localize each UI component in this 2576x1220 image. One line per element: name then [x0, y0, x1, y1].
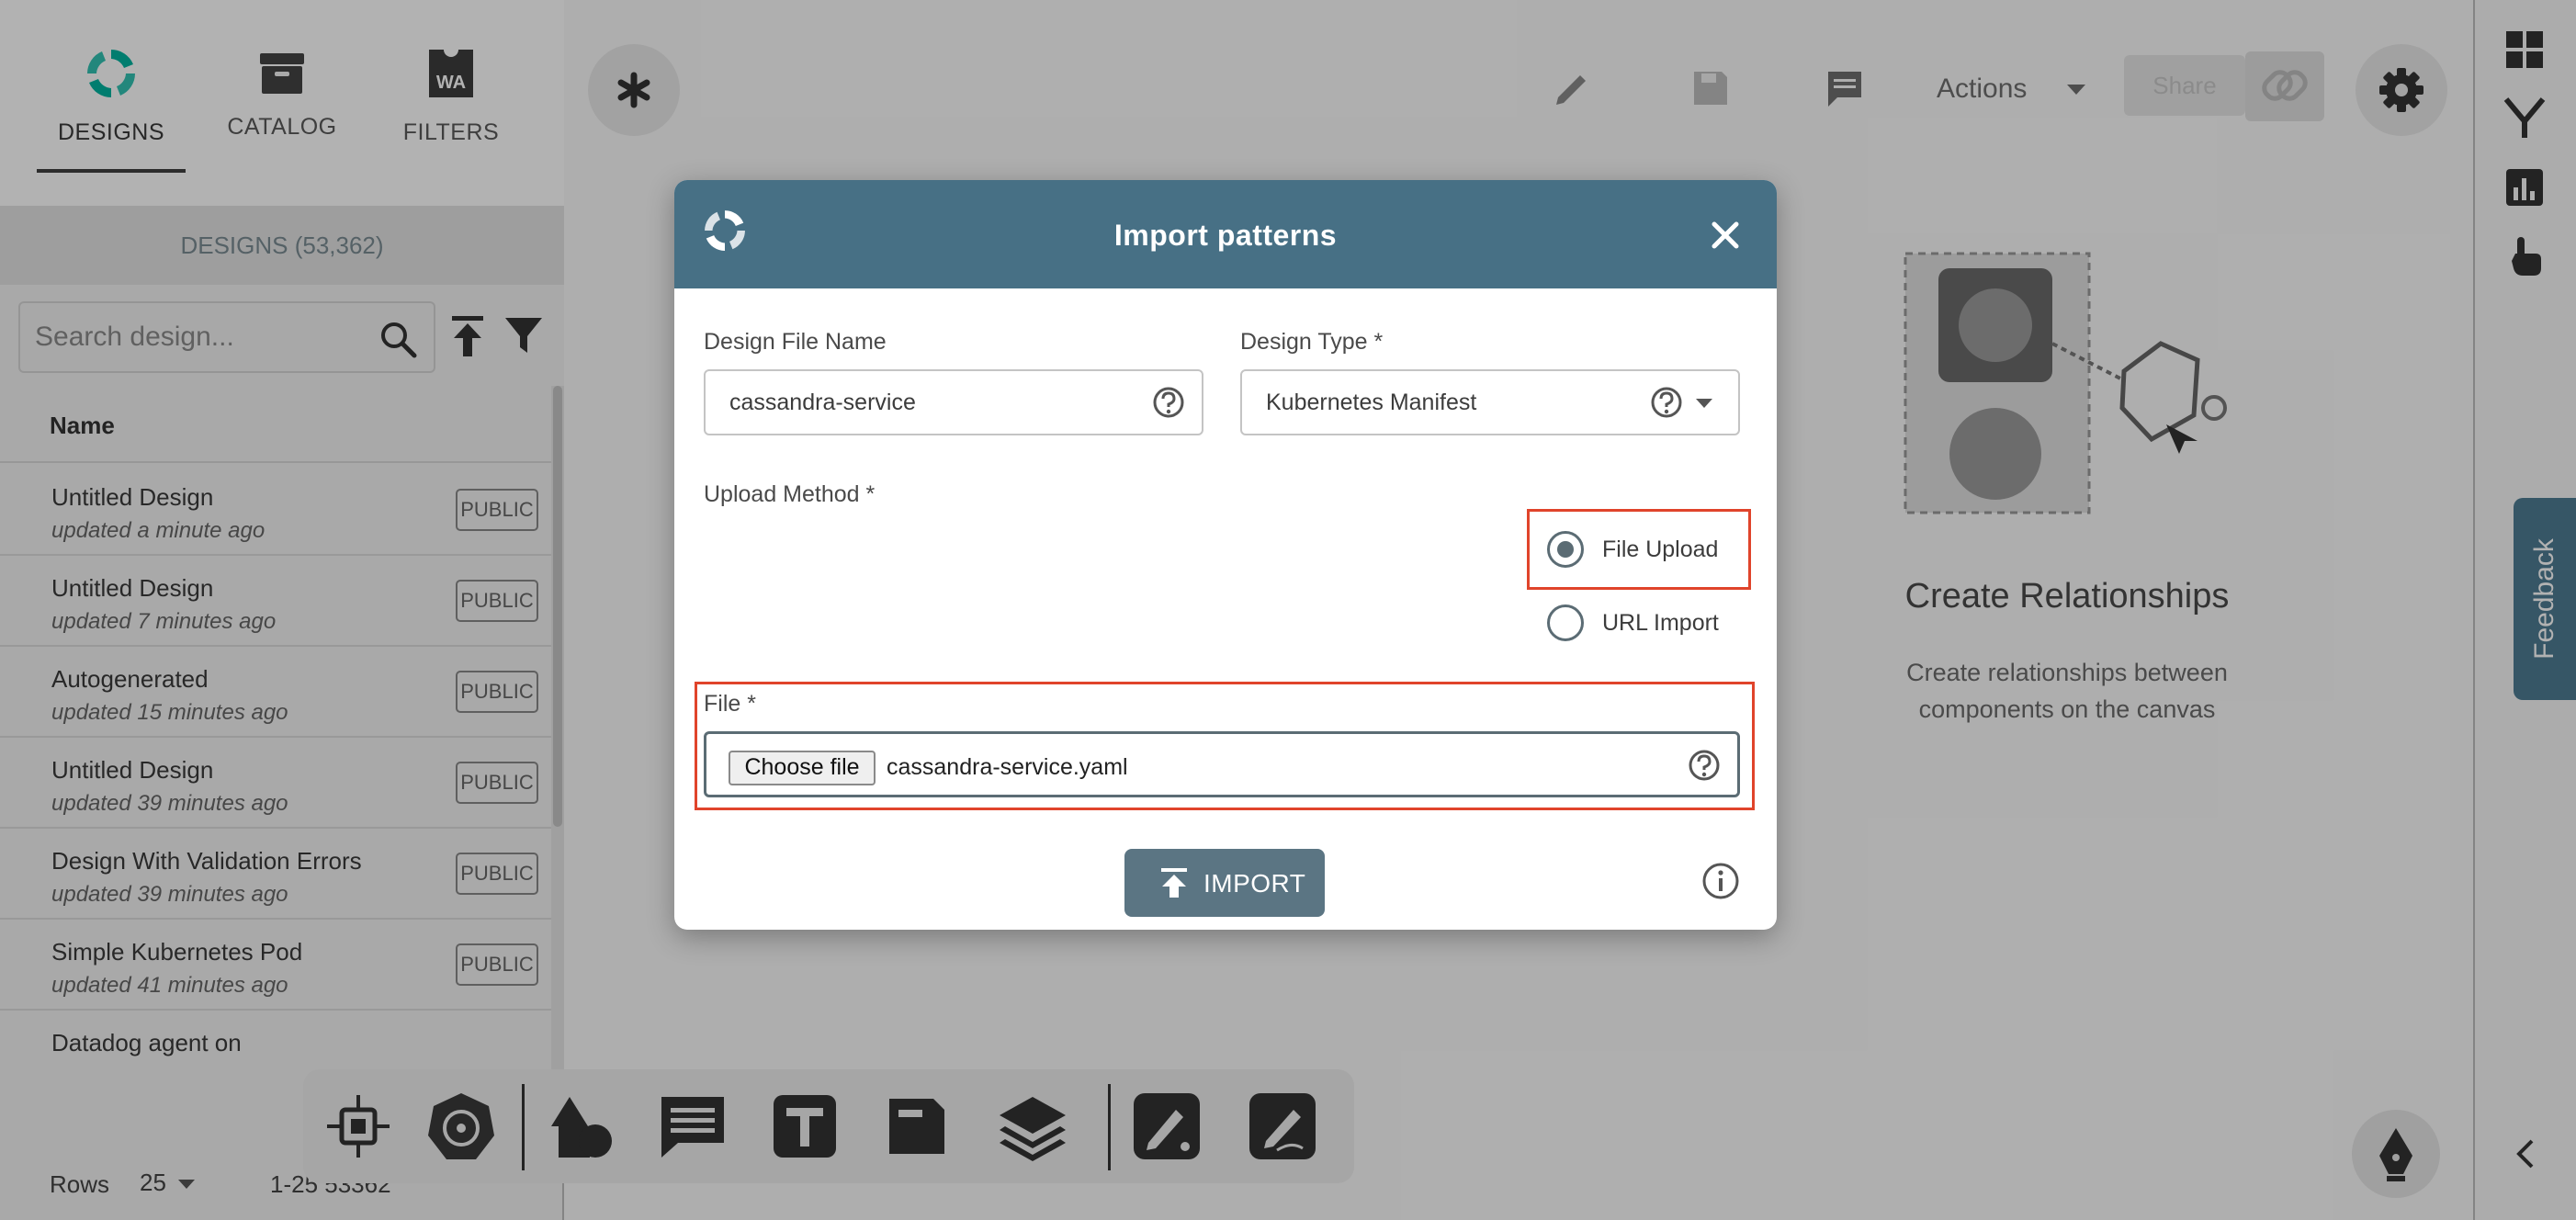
design-file-name-field[interactable] — [704, 369, 1203, 435]
design-type-label: Design Type * — [1240, 329, 1384, 355]
import-patterns-modal: Import patterns Design File Name Design … — [674, 180, 1777, 930]
close-icon[interactable] — [1709, 219, 1742, 252]
upload-method-label: Upload Method * — [704, 481, 876, 507]
import-button[interactable]: IMPORT — [1124, 849, 1325, 917]
help-icon[interactable] — [1650, 386, 1683, 419]
modal-header: Import patterns — [674, 180, 1777, 288]
help-icon[interactable] — [1152, 386, 1185, 419]
modal-title: Import patterns — [1113, 219, 1338, 252]
chevron-down-icon[interactable] — [1696, 399, 1712, 408]
url-import-radio[interactable] — [1547, 604, 1584, 641]
design-file-name-label: Design File Name — [704, 329, 887, 355]
design-file-name-input[interactable] — [729, 384, 1134, 421]
info-icon[interactable] — [1701, 862, 1740, 900]
help-icon[interactable] — [1688, 749, 1721, 782]
selected-file-name: cassandra-service.yaml — [887, 754, 1128, 780]
url-import-label[interactable]: URL Import — [1602, 610, 1719, 637]
choose-file-button[interactable]: Choose file — [729, 751, 876, 785]
file-label: File * — [704, 691, 756, 717]
file-upload-label[interactable]: File Upload — [1602, 537, 1718, 563]
upload-icon — [1161, 868, 1187, 898]
design-type-value: Kubernetes Manifest — [1266, 390, 1477, 415]
import-button-label: IMPORT — [1203, 869, 1306, 898]
design-type-select[interactable]: Kubernetes Manifest — [1240, 369, 1740, 435]
file-upload-radio[interactable] — [1547, 531, 1584, 568]
file-input-field[interactable]: Choose file cassandra-service.yaml — [704, 731, 1740, 797]
